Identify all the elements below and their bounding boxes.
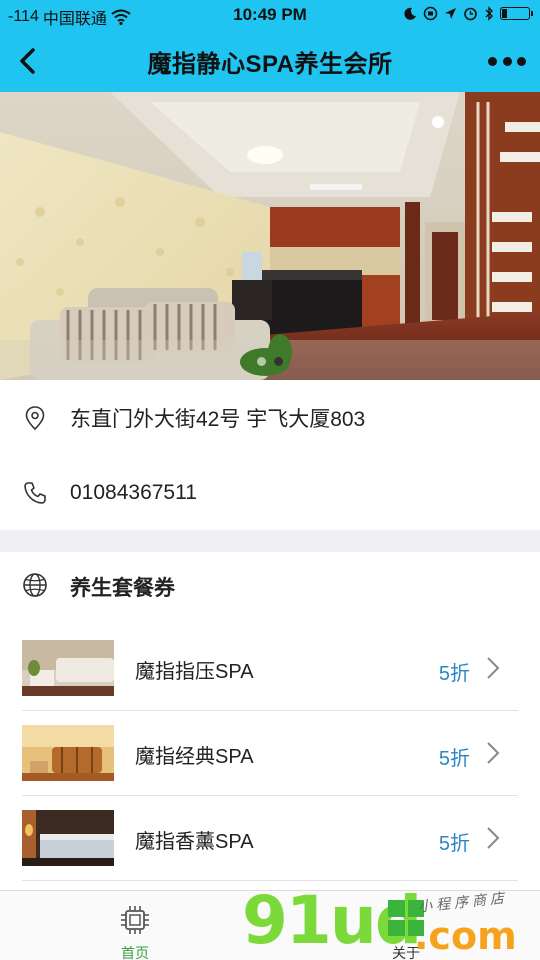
chevron-right-icon xyxy=(487,827,500,849)
package-thumbnail xyxy=(22,810,114,866)
package-item[interactable]: 魔指指压SPA 5折 xyxy=(22,626,518,711)
package-name: 魔指香薰SPA xyxy=(135,831,254,853)
nav-bar: 魔指静心SPA养生会所 xyxy=(0,30,540,92)
phone-row[interactable]: 01084367511 xyxy=(0,455,540,530)
carousel-indicator xyxy=(0,357,540,366)
coupon-section-title: 养生套餐券 xyxy=(70,577,175,600)
ellipsis-icon[interactable] xyxy=(488,50,526,72)
battery-level xyxy=(502,9,507,18)
package-item[interactable]: 魔指经典SPA 5折 xyxy=(22,711,518,796)
package-discount: 5折 xyxy=(438,663,470,685)
phone-icon xyxy=(24,481,46,504)
carousel-dot[interactable] xyxy=(257,357,266,366)
tab-about[interactable]: 关于 xyxy=(0,891,540,960)
ellipsis-dot xyxy=(502,56,512,66)
page-title: 魔指静心SPA养生会所 xyxy=(147,51,393,78)
moon-icon xyxy=(404,7,416,20)
address-row[interactable]: 东直门外大街42号 宇飞大厦803 xyxy=(0,380,540,455)
chevron-right-icon xyxy=(487,742,500,764)
battery-icon xyxy=(500,7,533,20)
package-discount: 5折 xyxy=(438,748,470,770)
status-bar: -114 中国联通 10:49 PM xyxy=(0,0,540,30)
phone-number: 01084367511 xyxy=(70,480,197,504)
coupon-section-header: 养生套餐券 xyxy=(0,552,540,622)
package-name: 魔指指压SPA xyxy=(135,661,254,683)
coupon-section: 养生套餐券 魔指指压SPA 5折 魔指经典SPA 5折 魔指香薰SPA 5折 xyxy=(0,552,540,890)
ellipsis-dot xyxy=(517,56,526,66)
address-text: 东直门外大街42号 宇飞大厦803 xyxy=(70,407,366,431)
alarm-icon xyxy=(464,7,477,21)
hero-banner[interactable] xyxy=(0,92,540,380)
chevron-left-icon[interactable] xyxy=(12,44,46,78)
spa-interior-photo xyxy=(0,92,540,380)
chevron-right-icon xyxy=(487,657,500,679)
orientation-lock-icon xyxy=(423,6,438,21)
package-item[interactable]: 魔指香薰SPA 5折 xyxy=(22,796,518,881)
tab-about-label: 关于 xyxy=(392,945,420,960)
bluetooth-icon xyxy=(485,6,493,21)
package-name: 魔指经典SPA xyxy=(135,746,254,768)
tab-bar: 首页 关于 xyxy=(0,890,540,960)
globe-icon xyxy=(23,573,47,597)
package-thumbnail xyxy=(22,640,114,696)
package-discount: 5折 xyxy=(438,833,470,855)
location-icon xyxy=(445,8,456,19)
location-pin-icon xyxy=(25,405,45,430)
ellipsis-dot xyxy=(488,56,497,66)
package-thumbnail xyxy=(22,725,114,781)
status-right xyxy=(403,6,533,21)
carousel-dot[interactable] xyxy=(274,357,283,366)
contact-card: 东直门外大街42号 宇飞大厦803 01084367511 xyxy=(0,380,540,530)
